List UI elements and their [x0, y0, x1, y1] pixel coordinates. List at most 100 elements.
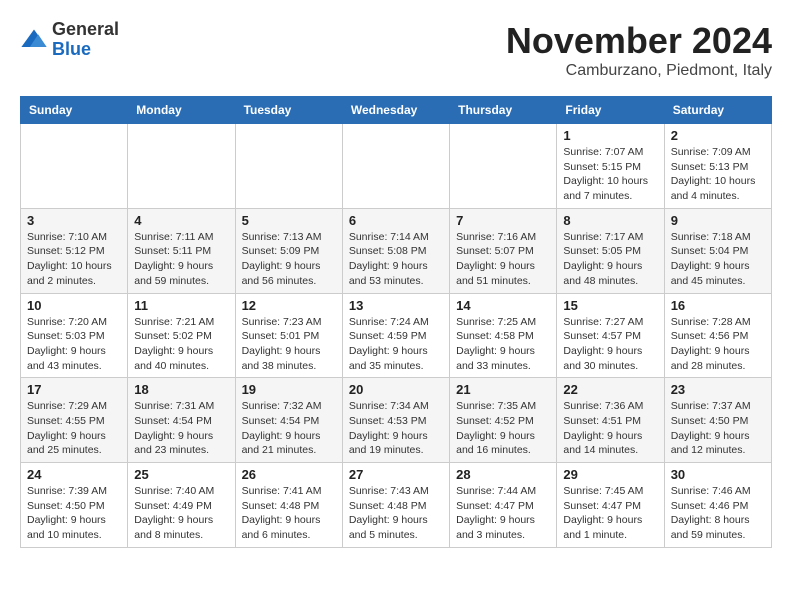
calendar-cell: 16Sunrise: 7:28 AM Sunset: 4:56 PM Dayli… [664, 293, 771, 378]
day-info: Sunrise: 7:36 AM Sunset: 4:51 PM Dayligh… [563, 399, 657, 458]
day-number: 12 [242, 298, 336, 313]
calendar-cell [235, 124, 342, 209]
day-number: 11 [134, 298, 228, 313]
day-info: Sunrise: 7:11 AM Sunset: 5:11 PM Dayligh… [134, 230, 228, 289]
day-number: 18 [134, 382, 228, 397]
calendar-cell: 22 Sunrise: 7:36 AM Sunset: 4:51 PM Dayli… [557, 378, 664, 463]
day-info: Sunrise: 7:43 AM Sunset: 4:48 PM Dayligh… [349, 484, 443, 543]
calendar-cell: 7 Sunrise: 7:16 AM Sunset: 5:07 PM Daylig… [450, 208, 557, 293]
day-info: Sunrise: 7:39 AM Sunset: 4:50 PM Dayligh… [27, 484, 121, 543]
day-number: 22 [563, 382, 657, 397]
calendar-cell: 25 Sunrise: 7:40 AM Sunset: 4:49 PM Dayli… [128, 463, 235, 548]
calendar-cell: 24Sunrise: 7:39 AM Sunset: 4:50 PM Dayli… [21, 463, 128, 548]
weekday-header: Saturday [664, 97, 771, 124]
weekday-header: Friday [557, 97, 664, 124]
day-info: Sunrise: 7:44 AM Sunset: 4:47 PM Dayligh… [456, 484, 550, 543]
day-number: 13 [349, 298, 443, 313]
calendar-cell: 19 Sunrise: 7:32 AM Sunset: 4:54 PM Dayli… [235, 378, 342, 463]
day-number: 7 [456, 213, 550, 228]
day-number: 10 [27, 298, 121, 313]
day-info: Sunrise: 7:23 AM Sunset: 5:01 PM Dayligh… [242, 315, 336, 374]
day-number: 21 [456, 382, 550, 397]
day-info: Sunrise: 7:29 AM Sunset: 4:55 PM Dayligh… [27, 399, 121, 458]
calendar-cell: 10 Sunrise: 7:20 AM Sunset: 5:03 PM Dayli… [21, 293, 128, 378]
weekday-header: Tuesday [235, 97, 342, 124]
day-number: 15 [563, 298, 657, 313]
calendar-cell: 12 Sunrise: 7:23 AM Sunset: 5:01 PM Dayli… [235, 293, 342, 378]
weekday-header: Sunday [21, 97, 128, 124]
day-number: 25 [134, 467, 228, 482]
title-area: November 2024 Camburzano, Piedmont, Ital… [506, 20, 772, 80]
calendar-week-row: 24Sunrise: 7:39 AM Sunset: 4:50 PM Dayli… [21, 463, 772, 548]
day-number: 8 [563, 213, 657, 228]
calendar-cell [21, 124, 128, 209]
calendar-cell [450, 124, 557, 209]
day-number: 3 [27, 213, 121, 228]
day-number: 26 [242, 467, 336, 482]
calendar-cell: 6Sunrise: 7:14 AM Sunset: 5:08 PM Daylig… [342, 208, 449, 293]
calendar-cell: 15Sunrise: 7:27 AM Sunset: 4:57 PM Dayli… [557, 293, 664, 378]
calendar-cell: 20 Sunrise: 7:34 AM Sunset: 4:53 PM Dayli… [342, 378, 449, 463]
calendar-cell [342, 124, 449, 209]
calendar-cell: 28 Sunrise: 7:44 AM Sunset: 4:47 PM Dayli… [450, 463, 557, 548]
day-info: Sunrise: 7:45 AM Sunset: 4:47 PM Dayligh… [563, 484, 657, 543]
calendar-cell: 30Sunrise: 7:46 AM Sunset: 4:46 PM Dayli… [664, 463, 771, 548]
calendar-week-row: 10 Sunrise: 7:20 AM Sunset: 5:03 PM Dayli… [21, 293, 772, 378]
day-info: Sunrise: 7:07 AM Sunset: 5:15 PM Dayligh… [563, 145, 657, 204]
header: General Blue November 2024 Camburzano, P… [20, 20, 772, 80]
day-number: 29 [563, 467, 657, 482]
calendar-cell: 14 Sunrise: 7:25 AM Sunset: 4:58 PM Dayli… [450, 293, 557, 378]
month-title: November 2024 [506, 20, 772, 62]
day-info: Sunrise: 7:13 AM Sunset: 5:09 PM Dayligh… [242, 230, 336, 289]
calendar-cell: 4Sunrise: 7:11 AM Sunset: 5:11 PM Daylig… [128, 208, 235, 293]
day-number: 6 [349, 213, 443, 228]
day-info: Sunrise: 7:40 AM Sunset: 4:49 PM Dayligh… [134, 484, 228, 543]
day-info: Sunrise: 7:31 AM Sunset: 4:54 PM Dayligh… [134, 399, 228, 458]
day-number: 5 [242, 213, 336, 228]
calendar-cell: 18 Sunrise: 7:31 AM Sunset: 4:54 PM Dayli… [128, 378, 235, 463]
weekday-header: Monday [128, 97, 235, 124]
day-number: 17 [27, 382, 121, 397]
day-info: Sunrise: 7:18 AM Sunset: 5:04 PM Dayligh… [671, 230, 765, 289]
day-number: 19 [242, 382, 336, 397]
day-number: 1 [563, 128, 657, 143]
day-info: Sunrise: 7:09 AM Sunset: 5:13 PM Dayligh… [671, 145, 765, 204]
calendar-cell: 11 Sunrise: 7:21 AM Sunset: 5:02 PM Dayli… [128, 293, 235, 378]
day-info: Sunrise: 7:25 AM Sunset: 4:58 PM Dayligh… [456, 315, 550, 374]
day-number: 28 [456, 467, 550, 482]
calendar-cell: 5 Sunrise: 7:13 AM Sunset: 5:09 PM Daylig… [235, 208, 342, 293]
day-info: Sunrise: 7:32 AM Sunset: 4:54 PM Dayligh… [242, 399, 336, 458]
calendar-cell: 21 Sunrise: 7:35 AM Sunset: 4:52 PM Dayli… [450, 378, 557, 463]
day-number: 2 [671, 128, 765, 143]
logo: General Blue [20, 20, 119, 60]
calendar: SundayMondayTuesdayWednesdayThursdayFrid… [20, 96, 772, 548]
day-number: 14 [456, 298, 550, 313]
day-info: Sunrise: 7:46 AM Sunset: 4:46 PM Dayligh… [671, 484, 765, 543]
calendar-week-row: 1 Sunrise: 7:07 AM Sunset: 5:15 PM Daylig… [21, 124, 772, 209]
day-info: Sunrise: 7:16 AM Sunset: 5:07 PM Dayligh… [456, 230, 550, 289]
weekday-header: Wednesday [342, 97, 449, 124]
day-info: Sunrise: 7:37 AM Sunset: 4:50 PM Dayligh… [671, 399, 765, 458]
weekday-header-row: SundayMondayTuesdayWednesdayThursdayFrid… [21, 97, 772, 124]
calendar-cell: 2 Sunrise: 7:09 AM Sunset: 5:13 PM Daylig… [664, 124, 771, 209]
day-info: Sunrise: 7:28 AM Sunset: 4:56 PM Dayligh… [671, 315, 765, 374]
day-info: Sunrise: 7:21 AM Sunset: 5:02 PM Dayligh… [134, 315, 228, 374]
calendar-cell: 13 Sunrise: 7:24 AM Sunset: 4:59 PM Dayli… [342, 293, 449, 378]
calendar-cell: 3Sunrise: 7:10 AM Sunset: 5:12 PM Daylig… [21, 208, 128, 293]
day-info: Sunrise: 7:34 AM Sunset: 4:53 PM Dayligh… [349, 399, 443, 458]
day-number: 9 [671, 213, 765, 228]
calendar-cell: 1 Sunrise: 7:07 AM Sunset: 5:15 PM Daylig… [557, 124, 664, 209]
day-info: Sunrise: 7:24 AM Sunset: 4:59 PM Dayligh… [349, 315, 443, 374]
logo-icon [20, 26, 48, 54]
calendar-cell: 9 Sunrise: 7:18 AM Sunset: 5:04 PM Daylig… [664, 208, 771, 293]
day-info: Sunrise: 7:35 AM Sunset: 4:52 PM Dayligh… [456, 399, 550, 458]
day-number: 20 [349, 382, 443, 397]
calendar-cell: 26 Sunrise: 7:41 AM Sunset: 4:48 PM Dayli… [235, 463, 342, 548]
calendar-cell: 29 Sunrise: 7:45 AM Sunset: 4:47 PM Dayli… [557, 463, 664, 548]
logo-line1: General [52, 20, 119, 40]
location: Camburzano, Piedmont, Italy [506, 62, 772, 80]
day-info: Sunrise: 7:20 AM Sunset: 5:03 PM Dayligh… [27, 315, 121, 374]
calendar-week-row: 3Sunrise: 7:10 AM Sunset: 5:12 PM Daylig… [21, 208, 772, 293]
calendar-cell: 17 Sunrise: 7:29 AM Sunset: 4:55 PM Dayli… [21, 378, 128, 463]
day-info: Sunrise: 7:41 AM Sunset: 4:48 PM Dayligh… [242, 484, 336, 543]
